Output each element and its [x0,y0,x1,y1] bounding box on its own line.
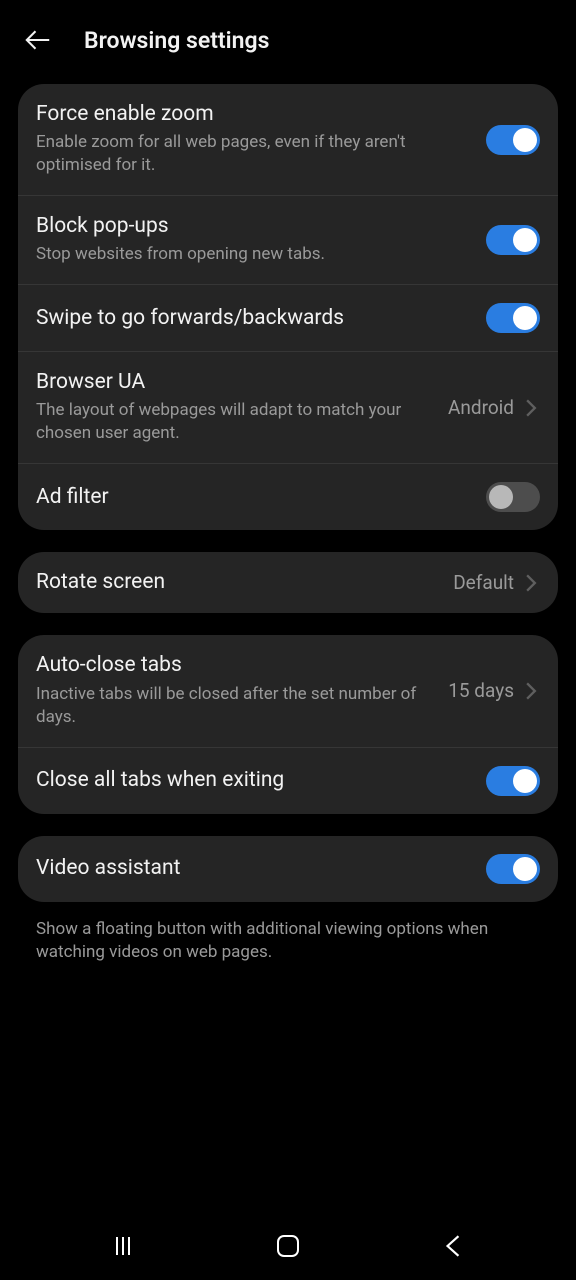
settings-group-rotate: Rotate screen Default [18,552,558,613]
swipe-nav-title: Swipe to go forwards/backwards [36,306,472,331]
browser-ua-value: Android [448,396,514,419]
chevron-right-icon [522,574,540,592]
system-nav-bar [0,1220,576,1280]
row-auto-close-tabs[interactable]: Auto-close tabs Inactive tabs will be cl… [18,635,558,746]
force-zoom-subtitle: Enable zoom for all web pages, even if t… [36,131,472,177]
ad-filter-toggle[interactable] [486,482,540,512]
settings-group-tabs: Auto-close tabs Inactive tabs will be cl… [18,635,558,813]
row-video-assistant[interactable]: Video assistant [18,836,558,902]
ad-filter-title: Ad filter [36,485,472,510]
auto-close-value: 15 days [448,679,514,702]
chevron-right-icon [522,399,540,417]
row-browser-ua[interactable]: Browser UA The layout of webpages will a… [18,351,558,463]
row-force-zoom[interactable]: Force enable zoom Enable zoom for all we… [18,84,558,195]
settings-group-browsing: Force enable zoom Enable zoom for all we… [18,84,558,530]
force-zoom-title: Force enable zoom [36,102,472,127]
auto-close-title: Auto-close tabs [36,653,434,678]
auto-close-subtitle: Inactive tabs will be closed after the s… [36,683,434,729]
row-swipe-nav[interactable]: Swipe to go forwards/backwards [18,284,558,351]
video-assistant-footnote: Show a floating button with additional v… [18,918,558,966]
browser-ua-title: Browser UA [36,370,434,395]
rotate-screen-value: Default [453,571,514,594]
arrow-left-icon [23,25,53,55]
back-button[interactable] [22,24,54,56]
row-rotate-screen[interactable]: Rotate screen Default [18,552,558,613]
home-button[interactable] [248,1226,328,1266]
video-assistant-title: Video assistant [36,856,472,881]
row-ad-filter[interactable]: Ad filter [18,463,558,530]
recents-button[interactable] [83,1226,163,1266]
back-nav-button[interactable] [413,1226,493,1266]
rotate-screen-title: Rotate screen [36,570,439,595]
close-on-exit-title: Close all tabs when exiting [36,768,472,793]
settings-group-video: Video assistant [18,836,558,902]
back-icon [444,1234,462,1258]
content: Force enable zoom Enable zoom for all we… [0,80,576,1220]
close-on-exit-toggle[interactable] [486,766,540,796]
force-zoom-toggle[interactable] [486,125,540,155]
browser-ua-subtitle: The layout of webpages will adapt to mat… [36,399,434,445]
row-close-on-exit[interactable]: Close all tabs when exiting [18,747,558,814]
swipe-nav-toggle[interactable] [486,303,540,333]
header: Browsing settings [0,0,576,80]
video-assistant-toggle[interactable] [486,854,540,884]
block-popups-subtitle: Stop websites from opening new tabs. [36,243,472,266]
chevron-right-icon [522,682,540,700]
recents-icon [111,1235,135,1257]
row-block-popups[interactable]: Block pop-ups Stop websites from opening… [18,195,558,284]
page-title: Browsing settings [84,27,269,54]
home-icon [275,1233,301,1259]
block-popups-toggle[interactable] [486,225,540,255]
block-popups-title: Block pop-ups [36,214,472,239]
